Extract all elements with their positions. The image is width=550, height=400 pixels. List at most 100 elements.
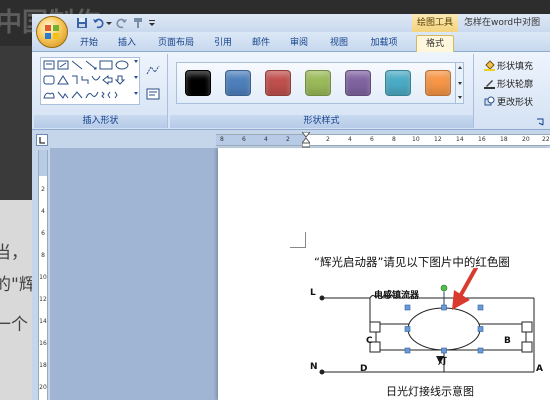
ruler-row: 8 6 4 2 2 4 6 8 10 12 14 16 18 20 22 [32,131,550,148]
tab-references[interactable]: 引用 [208,35,238,52]
save-icon[interactable] [76,17,88,29]
label-A: A [536,364,543,374]
ruler-tick: 14 [39,318,47,325]
ribbon: 插入形状 形状样式 形状填充 形状轮廓 更改形状 [32,52,550,130]
ruler-tick: 20 [522,136,530,143]
ruler-tick: 20 [39,384,47,391]
redo-icon[interactable] [116,17,128,29]
indent-marker-icon[interactable] [300,131,312,148]
shape-styles-label: 形状样式 [170,115,473,128]
ruler-tick: 16 [478,136,486,143]
undo-dropdown-icon[interactable] [106,17,112,29]
ruler-margin-left [216,135,306,145]
tab-view[interactable]: 视图 [324,35,354,52]
undo-icon[interactable] [92,17,104,29]
tab-insert[interactable]: 插入 [112,35,142,52]
ruler-tick: 8 [392,136,396,143]
label-N: N [310,362,318,372]
format-painter-icon[interactable] [132,17,144,29]
styles-scroll[interactable] [455,63,463,103]
change-shape-label: 更改形状 [497,98,534,108]
shape-outline-label: 形状轮廓 [497,80,534,90]
ruler-tick: 2 [326,136,330,143]
ruler-tick: 10 [412,136,420,143]
style-swatch-purple[interactable] [345,70,371,96]
change-shape-button[interactable]: 更改形状 [484,96,533,110]
vertical-ruler[interactable]: 2 4 6 8 10 12 14 16 18 20 [38,150,48,400]
insert-shapes-group: 插入形状 [34,54,168,128]
style-swatch-green[interactable] [305,70,331,96]
tab-format[interactable]: 格式 [416,35,454,52]
insert-shapes-label: 插入形状 [34,115,167,128]
ruler-tick: 8 [220,136,224,143]
title-bar: 绘图工具 怎样在word中对图 [32,14,550,32]
tab-mailings[interactable]: 邮件 [246,35,276,52]
ruler-tick: 4 [348,136,352,143]
ruler-tick: 14 [456,136,464,143]
shape-styles-group: 形状样式 [170,54,474,128]
ruler-tick: 12 [39,296,47,303]
change-shape-icon [484,96,495,106]
diagram-caption: 日光灯接线示意图 [386,385,474,398]
ruler-tick: 22 [542,136,550,143]
shapes-gallery-icons [43,60,138,99]
ruler-tick: 18 [39,362,47,369]
office-button[interactable] [36,16,68,48]
shape-styles-gallery [176,62,464,104]
document-area: “辉光启动器”请见以下图片中的红色圈 L N 电感镇流器 C B D A 灯 日… [50,148,550,400]
label-ballast: 电感镇流器 [374,291,420,301]
drawing-tools-context-label: 绘图工具 [412,14,458,32]
style-swatch-aqua[interactable] [385,70,411,96]
label-D: D [360,364,368,374]
dialog-launcher-icon[interactable] [536,118,544,126]
shape-fill-button[interactable]: 形状填充 [484,60,533,74]
ruler-tick: 16 [39,340,47,347]
ruler-margin-top [39,150,47,176]
shapes-gallery[interactable] [40,57,140,105]
background-line-1: 当， [0,243,28,263]
word-window: 绘图工具 怎样在word中对图 开始 插入 页面布局 引用 邮件 审阅 视图 加… [32,14,550,400]
horizontal-ruler[interactable]: 8 6 4 2 2 4 6 8 10 12 14 16 18 20 22 [216,131,550,148]
tab-addins[interactable]: 加载项 [364,35,404,52]
customize-toolbar-icon[interactable] [148,17,156,29]
background-line-2: 的"辉 [0,275,36,295]
shape-outline-button[interactable]: 形状轮廓 [484,78,533,92]
ruler-tick: 8 [41,252,45,259]
label-B: B [504,336,511,346]
tab-page-layout[interactable]: 页面布局 [152,35,200,52]
margin-crop-mark [290,232,306,248]
style-swatch-blue[interactable] [225,70,251,96]
ruler-tick: 2 [41,186,45,193]
document-title: 怎样在word中对图 [464,18,541,28]
ruler-tick: 6 [41,230,45,237]
label-lamp: 灯 [438,357,448,367]
label-C: C [366,336,373,346]
ruler-tick: 18 [500,136,508,143]
ruler-tick: 2 [286,136,290,143]
background-line-3: 一个 [0,315,28,335]
text-box-icon[interactable] [146,88,160,100]
tab-review[interactable]: 审阅 [284,35,314,52]
style-swatch-orange[interactable] [425,70,451,96]
ruler-tick: 6 [370,136,374,143]
ruler-tick: 6 [242,136,246,143]
ruler-tick: 12 [434,136,442,143]
pen-icon [484,80,495,89]
style-swatch-red[interactable] [265,70,291,96]
document-page[interactable]: “辉光启动器”请见以下图片中的红色圈 L N 电感镇流器 C B D A 灯 日… [218,148,550,400]
office-logo-icon [45,25,59,39]
wiring-diagram-lines [319,268,535,375]
edit-shape-icon[interactable] [146,64,160,76]
wiring-diagram[interactable]: L N 电感镇流器 C B D A 灯 [310,268,550,400]
paint-bucket-icon [484,60,495,71]
shape-commands-group: 形状填充 形状轮廓 更改形状 [478,54,550,128]
tab-home[interactable]: 开始 [74,35,104,52]
ruler-tick: 4 [264,136,268,143]
ruler-tick: 10 [39,274,47,281]
shape-fill-label: 形状填充 [497,62,534,72]
ribbon-tabs: 开始 插入 页面布局 引用 邮件 审阅 视图 加载项 格式 [32,32,550,52]
label-L: L [310,288,316,298]
style-swatch-black[interactable] [185,70,211,96]
ruler-tick: 4 [41,208,45,215]
tab-selector-button[interactable] [36,134,48,146]
